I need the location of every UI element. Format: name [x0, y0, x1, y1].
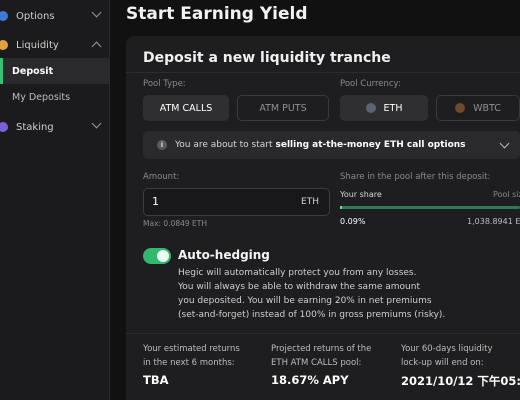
wbtc-icon — [455, 103, 466, 113]
sidebar-item-liquidity[interactable]: Liquidity — [0, 31, 110, 59]
stat-estimated-value: TBA — [143, 373, 169, 387]
auto-hedging-text: (set-and-forget) instead of 100% in gros… — [178, 310, 446, 320]
amount-input[interactable]: 1 ETH — [143, 188, 330, 216]
sidebar-subitem-label: Deposit — [12, 65, 54, 77]
sidebar-item-options[interactable]: Options — [0, 2, 110, 30]
stat-projected-value: 18.67% APY — [271, 373, 349, 387]
auto-hedging-text: You will always be able to withdraw the … — [178, 282, 420, 292]
info-dropdown[interactable]: i You are about to start selling at-the-… — [143, 131, 520, 159]
chevron-up-icon — [91, 41, 102, 52]
amount-value: 1 — [152, 195, 159, 208]
amount-label: Amount: — [143, 172, 180, 182]
share-bar-fill — [340, 206, 342, 209]
pool-type-label: Pool Type: — [143, 79, 186, 89]
info-bold-text: selling at-the-money ETH call options — [275, 140, 466, 150]
stat-projected-label: Projected returns of the ETH ATM CALLS po… — [271, 344, 372, 368]
amount-max: Max: 0.0849 ETH — [143, 219, 208, 228]
eth-icon — [365, 103, 376, 113]
sidebar-item-label: Staking — [16, 121, 54, 133]
pool-type-atm-calls[interactable]: ATM CALLS — [143, 95, 229, 121]
stat-lockup-value: 2021/10/12 下午05:26 — [401, 374, 520, 388]
auto-hedging-text: Hegic will automatically protect you fro… — [178, 268, 417, 278]
chevron-down-icon — [499, 138, 510, 149]
pool-type-option-label: ATM PUTS — [259, 102, 307, 114]
options-icon — [0, 11, 8, 21]
chevron-down-icon — [91, 7, 102, 18]
sidebar-item-staking[interactable]: Staking — [0, 113, 110, 141]
pool-currency-option-label: ETH — [383, 102, 403, 114]
sidebar-item-label: Options — [16, 10, 55, 22]
auto-hedging-toggle[interactable] — [143, 248, 171, 264]
pool-type-option-label: ATM CALLS — [159, 102, 213, 114]
info-icon: i — [157, 140, 167, 150]
stat-lockup-label: Your 60-days liquidity lock-up will end o… — [401, 344, 493, 368]
sidebar-item-label: Liquidity — [16, 39, 59, 51]
pool-currency-label: Pool Currency: — [340, 79, 401, 89]
pool-size-label: Pool size — [493, 190, 520, 199]
share-bar-track — [340, 206, 520, 209]
liquidity-icon — [0, 40, 8, 50]
info-text: You are about to start — [175, 140, 273, 150]
pool-type-atm-puts[interactable]: ATM PUTS — [237, 95, 329, 121]
sidebar-subitem-label: My Deposits — [12, 91, 71, 103]
pool-size-value: 1,038.8941 ETH — [467, 217, 520, 226]
divider — [126, 72, 520, 73]
your-share-value: 0.09% — [340, 217, 366, 226]
stat-estimated-label: Your estimated returns in the next 6 mont… — [143, 344, 240, 368]
divider — [126, 333, 520, 334]
pool-currency-option-label: WBTC — [473, 102, 501, 114]
auto-hedging-title: Auto-hedging — [178, 248, 270, 262]
share-label: Share in the pool after this deposit: — [340, 172, 491, 182]
your-share-label: Your share — [340, 190, 382, 199]
auto-hedging-text: you deposited. You will be earning 20% i… — [178, 296, 432, 306]
page-title: Start Earning Yield — [126, 4, 308, 24]
sidebar-subitem-deposit[interactable]: Deposit — [0, 58, 110, 84]
pool-currency-eth[interactable]: ETH — [340, 95, 428, 121]
staking-icon — [0, 122, 8, 132]
pool-currency-wbtc[interactable]: WBTC — [436, 95, 520, 121]
sidebar-subitem-my-deposits[interactable]: My Deposits — [0, 84, 110, 110]
chevron-down-icon — [91, 118, 102, 129]
amount-unit: ETH — [301, 197, 319, 207]
card-title: Deposit a new liquidity tranche — [143, 50, 391, 66]
toggle-knob — [157, 250, 169, 262]
sidebar: Options Liquidity Deposit My Deposits St… — [0, 0, 110, 400]
